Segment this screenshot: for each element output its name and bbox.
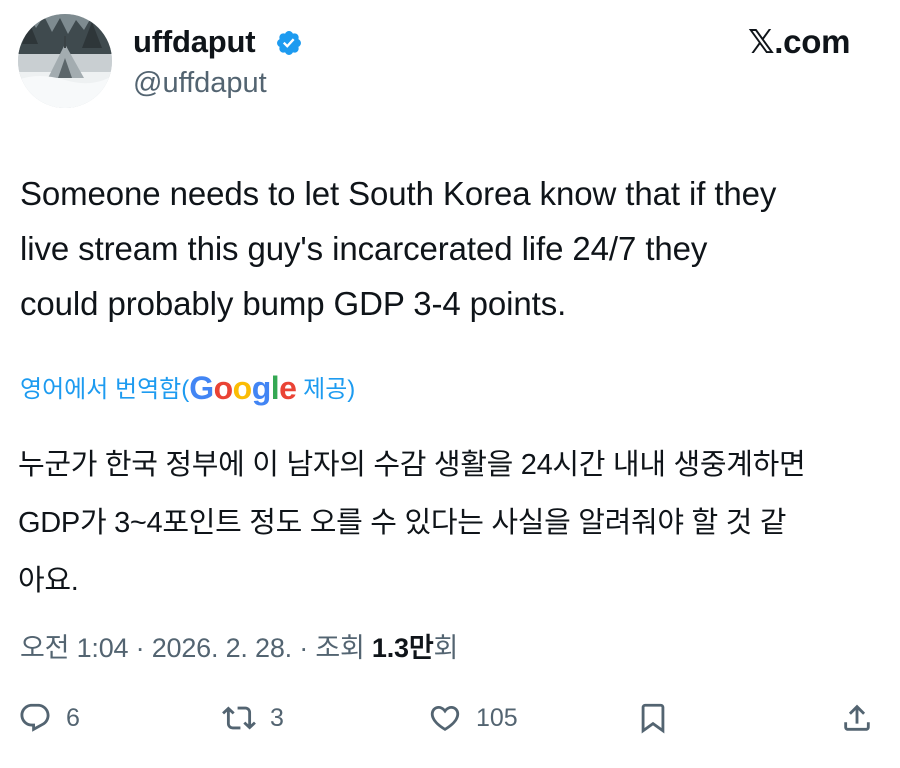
share-icon xyxy=(844,704,870,731)
translated-text: 누군가 한국 정부에 이 남자의 수감 생활을 24시간 내내 생중계하면 GD… xyxy=(18,449,806,597)
site-label: 𝕏.com xyxy=(748,23,851,60)
share-button[interactable] xyxy=(840,696,874,740)
display-name[interactable]: uffdaput xyxy=(133,24,256,60)
handle[interactable]: @uffdaput xyxy=(133,66,267,100)
verified-badge-icon xyxy=(277,31,301,55)
bookmark-button[interactable] xyxy=(636,696,670,740)
view-count: 1.3만 xyxy=(371,633,434,663)
repost-count: 3 xyxy=(270,703,284,732)
translation-prefix: 영어에서 번역함( xyxy=(20,376,190,403)
reply-button[interactable]: 6 xyxy=(18,696,80,740)
like-count: 105 xyxy=(476,703,518,732)
translation-suffix: 제공) xyxy=(296,376,356,403)
google-logo: Google xyxy=(189,370,297,406)
like-button[interactable]: 105 xyxy=(428,696,518,740)
repost-button[interactable]: 3 xyxy=(222,696,284,740)
tent-in-snowy-forest-photo xyxy=(18,14,112,108)
reply-icon xyxy=(20,703,50,732)
reply-count: 6 xyxy=(66,703,80,732)
heart-icon xyxy=(430,705,460,731)
tweet-text: Someone needs to let South Korea know th… xyxy=(20,175,777,322)
repost-icon xyxy=(222,706,256,730)
bookmark-icon xyxy=(641,703,665,734)
tweet-meta: 오전 1:04 · 2026. 2. 28. · 조회 1.3만회 xyxy=(20,628,458,668)
translation-attribution[interactable]: 영어에서 번역함(Google 제공) xyxy=(20,370,355,408)
timestamp[interactable]: 오전 1:04 · 2026. 2. 28. · 조회 xyxy=(20,633,372,663)
view-suffix: 회 xyxy=(433,633,459,663)
avatar[interactable] xyxy=(18,14,112,108)
